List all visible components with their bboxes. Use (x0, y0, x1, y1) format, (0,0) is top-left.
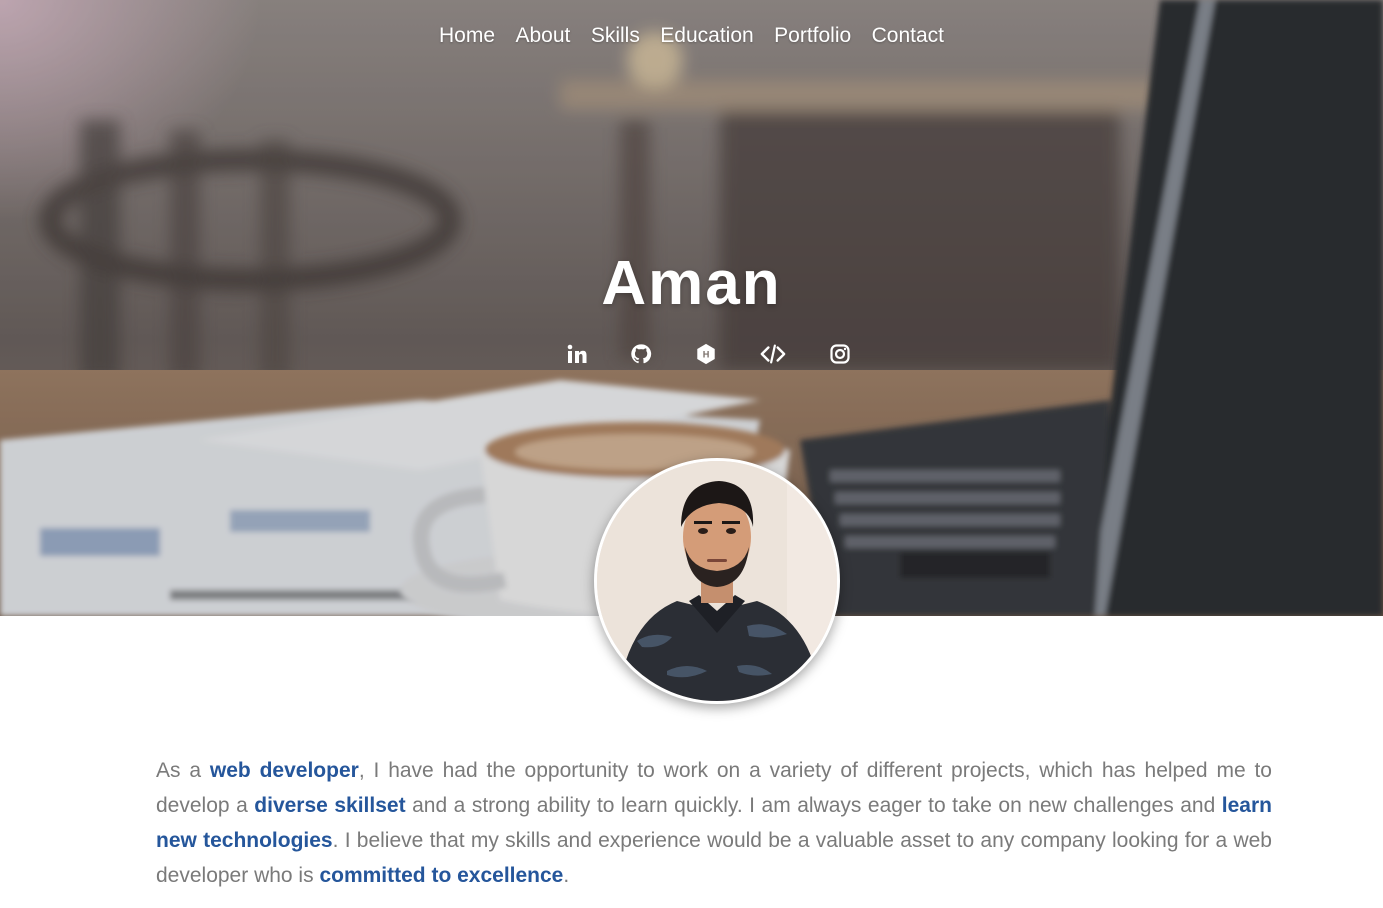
nav-about-link[interactable]: About (515, 24, 570, 48)
instagram-icon[interactable] (827, 341, 853, 367)
nav-education-link[interactable]: Education (660, 24, 753, 48)
hashnode-icon[interactable]: H (693, 341, 719, 367)
about-text-part-5: . (563, 864, 570, 887)
code-icon[interactable] (760, 341, 786, 367)
nav-contact-link[interactable]: Contact (872, 24, 944, 48)
nav-home-link[interactable]: Home (439, 24, 495, 48)
linkedin-icon[interactable] (564, 341, 590, 367)
profile-avatar (594, 458, 840, 704)
about-text-part-1: As a (156, 759, 210, 782)
about-paragraph: As a web developer, I have had the oppor… (156, 753, 1272, 893)
github-icon[interactable] (628, 341, 654, 367)
profile-photo (597, 461, 837, 701)
highlight-diverse-skillset: diverse skillset (254, 794, 406, 817)
about-text-part-3: and a strong ability to learn quickly. I… (405, 794, 1222, 817)
social-links: H (558, 341, 858, 369)
nav-portfolio-link[interactable]: Portfolio (774, 24, 851, 48)
svg-text:H: H (703, 350, 710, 360)
top-navigation: Home About Skills Education Portfolio Co… (0, 24, 1383, 48)
highlight-web-developer: web developer (209, 759, 359, 782)
nav-skills-link[interactable]: Skills (591, 24, 640, 48)
highlight-committed-to-excellence: committed to excellence (319, 864, 564, 887)
hero-name: Aman (601, 249, 782, 318)
